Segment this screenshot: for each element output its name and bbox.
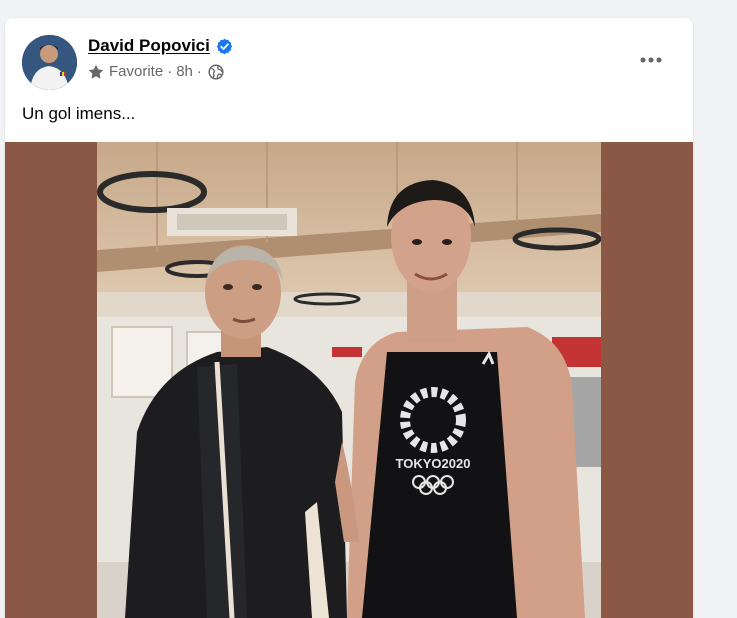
verified-badge-icon — [216, 38, 233, 55]
shirt-text: TOKYO2020 — [396, 456, 471, 471]
post-card: David Popovici Favorite · 8h · Un gol im… — [5, 18, 693, 618]
author-line: David Popovici — [88, 36, 233, 56]
post-media[interactable]: TOKYO2020 — [5, 142, 693, 618]
globe-icon[interactable] — [208, 63, 224, 80]
avatar-image — [22, 35, 77, 90]
star-icon — [88, 64, 104, 79]
photo-image: TOKYO2020 — [97, 142, 601, 618]
meta-separator: · — [196, 63, 202, 80]
post-header: David Popovici Favorite · 8h · — [5, 18, 693, 93]
post-text: Un gol imens... — [22, 104, 136, 123]
more-options-button[interactable] — [635, 46, 667, 74]
post-photo[interactable]: TOKYO2020 — [97, 142, 601, 618]
more-options-icon — [640, 57, 662, 63]
audience-label[interactable]: Favorite — [109, 63, 163, 80]
post-time[interactable]: 8h — [176, 63, 193, 80]
post-meta: Favorite · 8h · — [88, 63, 224, 80]
author-avatar[interactable] — [22, 35, 77, 90]
meta-separator: · — [167, 63, 173, 80]
author-name[interactable]: David Popovici — [88, 36, 210, 56]
